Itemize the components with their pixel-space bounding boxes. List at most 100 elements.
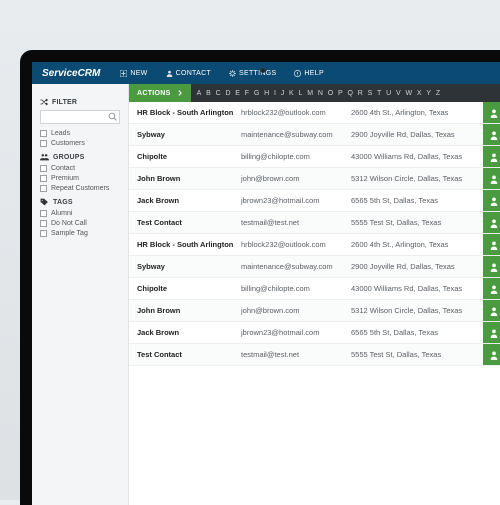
action-icon (489, 284, 499, 294)
cell-address: 43000 Williams Rd, Dallas, Texas (351, 284, 483, 293)
cell-address: 5312 Wilson Circle, Dallas, Texas (351, 174, 483, 183)
alpha-K[interactable]: K (289, 90, 294, 97)
cell-name: Jack Brown (129, 196, 241, 205)
alpha-F[interactable]: F (245, 90, 250, 97)
row-action-button[interactable] (483, 190, 500, 211)
groups-checkbox-premium[interactable]: Premium (40, 175, 120, 182)
cell-email: john@brown.com (241, 174, 351, 183)
table-row[interactable]: Jack Brownjbrown23@hotmail.com6565 5th S… (129, 190, 500, 212)
table-row[interactable]: HR Block - South Arlingtonhrblock232@out… (129, 102, 500, 124)
alpha-Y[interactable]: Y (426, 90, 431, 97)
alpha-I[interactable]: I (274, 90, 276, 97)
row-action-button[interactable] (483, 278, 500, 299)
cell-address: 6565 5th St, Dallas, Texas (351, 196, 483, 205)
table-row[interactable]: Test Contacttestmail@test.net5555 Test S… (129, 344, 500, 366)
alpha-R[interactable]: R (358, 90, 363, 97)
tags-checkbox-sample-tag[interactable]: Sample Tag (40, 230, 120, 237)
cell-email: jbrown23@hotmail.com (241, 328, 351, 337)
brand-logo: ServiceCRM (42, 68, 100, 79)
cell-address: 5555 Test St, Dallas, Texas (351, 218, 483, 227)
actions-button[interactable]: ACTIONS (129, 84, 191, 102)
cell-name: Chipolte (129, 152, 241, 161)
alpha-E[interactable]: E (235, 90, 240, 97)
row-action-button[interactable] (483, 124, 500, 145)
cell-email: maintenance@subway.com (241, 262, 351, 271)
checkbox-icon (40, 140, 47, 147)
row-action-button[interactable] (483, 212, 500, 233)
alpha-M[interactable]: M (307, 90, 313, 97)
table-row[interactable]: John Brownjohn@brown.com5312 Wilson Circ… (129, 300, 500, 322)
alpha-D[interactable]: D (225, 90, 230, 97)
alpha-G[interactable]: G (254, 90, 260, 97)
cell-name: Test Contact (129, 218, 241, 227)
help-icon (294, 70, 301, 77)
tags-checkbox-alumni[interactable]: Alumni (40, 210, 120, 217)
action-icon (489, 108, 499, 118)
row-action-button[interactable] (483, 146, 500, 167)
groups-checkbox-repeat-customers[interactable]: Repeat Customers (40, 185, 120, 192)
alpha-B[interactable]: B (206, 90, 211, 97)
alpha-V[interactable]: V (396, 90, 401, 97)
alpha-Q[interactable]: Q (347, 90, 353, 97)
row-action-button[interactable] (483, 322, 500, 343)
alpha-N[interactable]: N (318, 90, 323, 97)
nav-help[interactable]: HELP (294, 70, 324, 77)
table-row[interactable]: HR Block - South Arlingtonhrblock232@out… (129, 234, 500, 256)
alphabet-index: ABCDEFGHIJKLMNOPQRSTUVWXYZ (191, 84, 500, 102)
checkbox-icon (40, 130, 47, 137)
top-nav: NEW CONTACT SETTINGS HELP (120, 70, 324, 77)
table-row[interactable]: Chipoltebilling@chilopte.com43000 Willia… (129, 146, 500, 168)
table-row[interactable]: Test Contacttestmail@test.net5555 Test S… (129, 212, 500, 234)
cell-name: HR Block - South Arlington (129, 240, 241, 249)
search-icon[interactable] (108, 112, 117, 121)
alpha-L[interactable]: L (299, 90, 303, 97)
nav-new[interactable]: NEW (120, 70, 147, 77)
cell-email: testmail@test.net (241, 350, 351, 359)
cell-email: hrblock232@outlook.com (241, 240, 351, 249)
gear-icon (229, 70, 236, 77)
filter-checkbox-leads[interactable]: Leads (40, 130, 120, 137)
tags-checkbox-do-not-call[interactable]: Do Not Call (40, 220, 120, 227)
cell-email: billing@chilopte.com (241, 284, 351, 293)
sidebar: FILTER LeadsCustomers GROUPS ContactPrem… (32, 84, 129, 505)
alpha-X[interactable]: X (417, 90, 422, 97)
chevron-right-icon (177, 90, 183, 96)
alpha-O[interactable]: O (328, 90, 334, 97)
alpha-S[interactable]: S (368, 90, 373, 97)
table-row[interactable]: Chipoltebilling@chilopte.com43000 Willia… (129, 278, 500, 300)
row-action-button[interactable] (483, 234, 500, 255)
row-action-button[interactable] (483, 168, 500, 189)
search-input-wrap (40, 110, 120, 124)
nav-contact[interactable]: CONTACT (166, 70, 211, 77)
alpha-H[interactable]: H (264, 90, 269, 97)
alpha-A[interactable]: A (197, 90, 202, 97)
cell-address: 2600 4th St., Arlington, Texas (351, 108, 483, 117)
row-action-button[interactable] (483, 344, 500, 365)
table-row[interactable]: Sybwaymaintenance@subway.com2900 Joyvill… (129, 124, 500, 146)
alpha-P[interactable]: P (338, 90, 343, 97)
row-action-button[interactable] (483, 102, 500, 123)
alpha-U[interactable]: U (386, 90, 391, 97)
checkbox-icon (40, 175, 47, 182)
alpha-W[interactable]: W (405, 90, 412, 97)
toolbar: ACTIONS ABCDEFGHIJKLMNOPQRSTUVWXYZ (129, 84, 500, 102)
alpha-T[interactable]: T (377, 90, 382, 97)
cell-address: 2600 4th St., Arlington, Texas (351, 240, 483, 249)
table-row[interactable]: John Brownjohn@brown.com5312 Wilson Circ… (129, 168, 500, 190)
row-action-button[interactable] (483, 300, 500, 321)
action-icon (489, 218, 499, 228)
table-row[interactable]: Jack Brownjbrown23@hotmail.com6565 5th S… (129, 322, 500, 344)
groups-checkbox-contact[interactable]: Contact (40, 165, 120, 172)
cell-address: 2900 Joyville Rd, Dallas, Texas (351, 262, 483, 271)
nav-settings[interactable]: SETTINGS (229, 70, 276, 77)
row-action-button[interactable] (483, 256, 500, 277)
filter-heading: FILTER (40, 98, 120, 106)
alpha-J[interactable]: J (281, 90, 285, 97)
cell-name: HR Block - South Arlington (129, 108, 241, 117)
action-icon (489, 174, 499, 184)
table-row[interactable]: Sybwaymaintenance@subway.com2900 Joyvill… (129, 256, 500, 278)
alpha-Z[interactable]: Z (436, 90, 441, 97)
plus-icon (120, 70, 127, 77)
alpha-C[interactable]: C (216, 90, 221, 97)
filter-checkbox-customers[interactable]: Customers (40, 140, 120, 147)
